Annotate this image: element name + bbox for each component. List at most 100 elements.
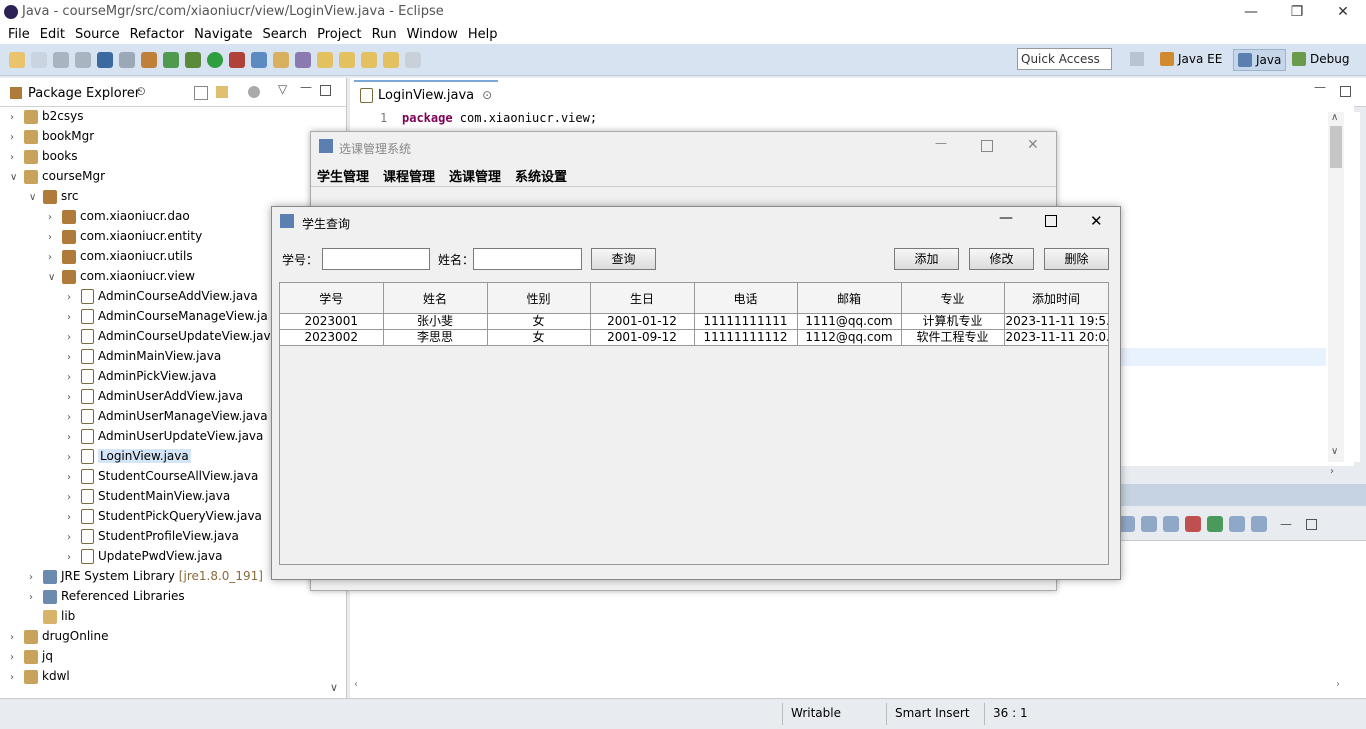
col-phone[interactable]: 电话 bbox=[694, 283, 798, 314]
chevron-right-icon[interactable]: › bbox=[67, 388, 77, 408]
link-editor-icon[interactable] bbox=[216, 86, 228, 98]
minimize-view-icon[interactable]: — bbox=[300, 80, 312, 94]
new-dropdown-icon[interactable] bbox=[31, 51, 47, 68]
menu-run[interactable]: Run bbox=[372, 27, 397, 42]
dialog-maximize-icon[interactable] bbox=[1045, 215, 1057, 227]
tree-scroll-down-icon[interactable]: ∨ bbox=[330, 681, 338, 694]
chevron-right-icon[interactable]: › bbox=[10, 108, 20, 128]
tree-item[interactable]: › b2csys bbox=[0, 106, 330, 126]
last-edit-icon[interactable] bbox=[361, 51, 377, 68]
main-maximize-icon[interactable] bbox=[981, 140, 993, 152]
build-icon[interactable] bbox=[141, 51, 157, 68]
chevron-right-icon[interactable]: › bbox=[48, 208, 58, 228]
main-minimize-icon[interactable]: — bbox=[935, 136, 947, 150]
annotation-next-icon[interactable] bbox=[317, 51, 333, 68]
menu-edit[interactable]: Edit bbox=[40, 27, 65, 42]
cell-phone[interactable]: 11111111111 bbox=[694, 313, 798, 330]
new-class-icon[interactable] bbox=[251, 51, 267, 68]
console-hscroll[interactable]: ‹ › bbox=[354, 679, 1346, 693]
chevron-right-icon[interactable]: › bbox=[67, 428, 77, 448]
cell-add-time[interactable]: 2023-11-11 19:5... bbox=[1004, 313, 1109, 330]
col-gender[interactable]: 性别 bbox=[487, 283, 591, 314]
tree-item[interactable]: › drugOnline bbox=[0, 626, 330, 646]
run-icon[interactable] bbox=[207, 51, 223, 68]
editor-tab-loginview[interactable]: LoginView.java ⊙ bbox=[354, 80, 499, 108]
console-word-wrap-icon[interactable] bbox=[1163, 516, 1179, 532]
menu-source[interactable]: Source bbox=[75, 27, 120, 42]
tree-item[interactable]: ∨ src bbox=[0, 186, 330, 206]
save-icon[interactable] bbox=[53, 51, 69, 68]
maximize-editor-icon[interactable] bbox=[1340, 86, 1351, 97]
scroll-down-icon[interactable]: ∨ bbox=[1331, 446, 1338, 457]
restore-icon[interactable]: ❐ bbox=[1274, 0, 1320, 24]
chevron-right-icon[interactable]: › bbox=[67, 508, 77, 528]
add-button[interactable]: 添加 bbox=[894, 248, 959, 270]
table-row[interactable]: 2023002 李思思 女 2001-09-12 11111111112 111… bbox=[280, 329, 1109, 346]
skip-breakpoints-icon[interactable] bbox=[119, 51, 135, 68]
tree-item[interactable]: › bookMgr bbox=[0, 126, 330, 146]
back-icon[interactable] bbox=[383, 51, 399, 68]
cell-gender[interactable]: 女 bbox=[487, 329, 591, 346]
open-perspective-icon[interactable] bbox=[1130, 52, 1144, 66]
main-close-icon[interactable]: ✕ bbox=[1027, 137, 1039, 153]
chevron-right-icon[interactable]: › bbox=[48, 228, 58, 248]
chevron-right-icon[interactable]: › bbox=[10, 648, 20, 668]
search-icon[interactable] bbox=[295, 51, 311, 68]
annotation-prev-icon[interactable] bbox=[339, 51, 355, 68]
dialog-close-icon[interactable]: ✕ bbox=[1090, 212, 1103, 230]
chevron-right-icon[interactable]: › bbox=[67, 408, 77, 428]
cell-major[interactable]: 软件工程专业 bbox=[901, 329, 1005, 346]
collapse-all-icon[interactable] bbox=[194, 86, 208, 100]
code-line[interactable]: package com.xiaoniucr.view; bbox=[402, 111, 597, 125]
chevron-right-icon[interactable]: › bbox=[29, 568, 39, 588]
console-pin-icon[interactable] bbox=[1207, 516, 1223, 532]
console-maximize-icon[interactable] bbox=[1306, 518, 1317, 530]
menu-file[interactable]: File bbox=[8, 27, 30, 42]
tree-item[interactable]: › Referenced Libraries bbox=[0, 586, 330, 606]
col-add-time[interactable]: 添加时间 bbox=[1004, 283, 1109, 314]
cell-gender[interactable]: 女 bbox=[487, 313, 591, 330]
view-menu-icon[interactable]: ▽ bbox=[278, 82, 287, 96]
chevron-right-icon[interactable]: › bbox=[67, 348, 77, 368]
student-table[interactable]: 学号 姓名 性别 生日 电话 邮箱 专业 添加时间 2023001 张小斐 女 … bbox=[279, 282, 1109, 565]
terminal-icon[interactable] bbox=[97, 51, 113, 68]
cell-major[interactable]: 计算机专业 bbox=[901, 313, 1005, 330]
query-button[interactable]: 查询 bbox=[591, 248, 656, 270]
cell-phone[interactable]: 11111111112 bbox=[694, 329, 798, 346]
dialog-minimize-icon[interactable]: — bbox=[999, 210, 1013, 226]
menu-window[interactable]: Window bbox=[407, 27, 458, 42]
edit-button[interactable]: 修改 bbox=[969, 248, 1034, 270]
cell-birthday[interactable]: 2001-01-12 bbox=[590, 313, 695, 330]
minimize-icon[interactable]: — bbox=[1228, 0, 1274, 24]
chevron-down-icon[interactable]: ∨ bbox=[29, 188, 39, 208]
cell-name[interactable]: 张小斐 bbox=[383, 313, 488, 330]
col-major[interactable]: 专业 bbox=[901, 283, 1005, 314]
forward-icon[interactable] bbox=[405, 51, 421, 68]
chevron-right-icon[interactable]: › bbox=[67, 328, 77, 348]
chevron-right-icon[interactable]: › bbox=[10, 668, 20, 688]
cell-name[interactable]: 李思思 bbox=[383, 329, 488, 346]
cell-birthday[interactable]: 2001-09-12 bbox=[590, 329, 695, 346]
chevron-right-icon[interactable]: › bbox=[67, 528, 77, 548]
perspective-java-ee[interactable]: Java EE bbox=[1160, 52, 1222, 66]
open-type-icon[interactable] bbox=[273, 51, 289, 68]
perspective-debug[interactable]: Debug bbox=[1292, 52, 1349, 66]
chevron-right-icon[interactable]: › bbox=[67, 288, 77, 308]
menu-pick-manage[interactable]: 选课管理 bbox=[449, 166, 501, 185]
quick-access-input[interactable]: Quick Access bbox=[1017, 48, 1112, 70]
maximize-view-icon[interactable] bbox=[320, 85, 331, 96]
console-minimize-icon[interactable]: — bbox=[1280, 517, 1292, 531]
console-clear-icon[interactable] bbox=[1119, 516, 1135, 532]
focus-icon[interactable] bbox=[248, 86, 260, 98]
col-student-id[interactable]: 学号 bbox=[280, 283, 384, 314]
perspective-java[interactable]: Java bbox=[1233, 49, 1287, 71]
debug-icon[interactable] bbox=[185, 51, 201, 68]
chevron-down-icon[interactable]: ∨ bbox=[48, 268, 58, 288]
editor-scrollbar[interactable]: ∧ ∨ bbox=[1328, 112, 1344, 462]
cell-student-id[interactable]: 2023001 bbox=[280, 313, 384, 330]
menu-help[interactable]: Help bbox=[468, 27, 498, 42]
menu-course-manage[interactable]: 课程管理 bbox=[383, 166, 435, 185]
student-name-input[interactable] bbox=[473, 248, 582, 270]
tree-item[interactable]: › jq bbox=[0, 646, 330, 666]
scroll-up-icon[interactable]: ∧ bbox=[1331, 112, 1338, 123]
